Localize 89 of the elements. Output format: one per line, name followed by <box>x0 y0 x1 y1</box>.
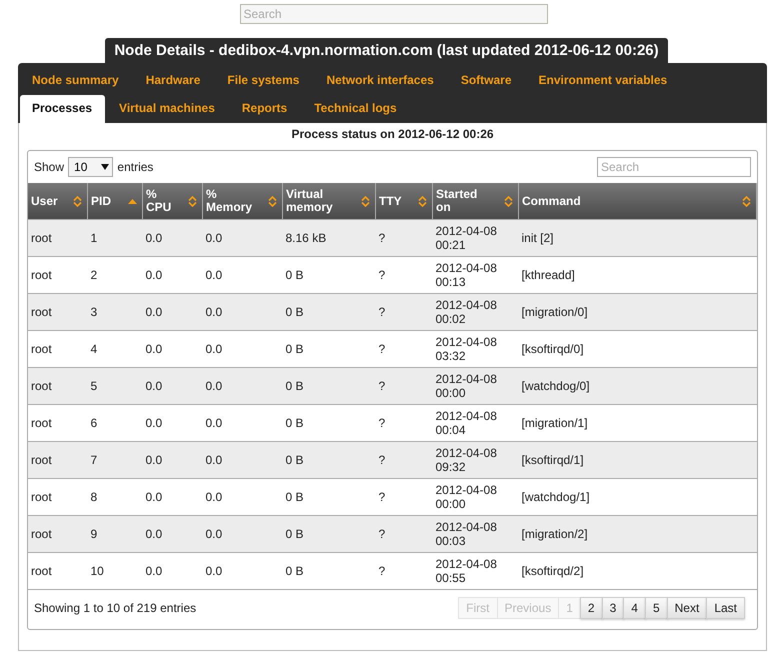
tab[interactable]: Node summary <box>20 67 132 95</box>
table-search-field[interactable]: Search <box>597 157 751 177</box>
pagination-button[interactable]: 4 <box>623 597 646 619</box>
table-cell: root <box>28 516 88 552</box>
table-cell: init [2] <box>518 220 756 256</box>
entries-dropdown[interactable]: 10 <box>68 157 114 177</box>
table-cell: 0.0 <box>142 552 202 590</box>
sort-icon <box>504 196 513 206</box>
sort-icon <box>742 196 751 206</box>
sort-icon <box>188 196 197 206</box>
sort-ascending-icon <box>128 198 137 204</box>
table-cell: [migration/0] <box>518 294 756 330</box>
tab[interactable]: Environment variables <box>526 67 680 95</box>
table-cell: 0.0 <box>142 220 202 256</box>
tab[interactable]: Reports <box>230 95 300 123</box>
column-header[interactable]: User <box>28 183 88 220</box>
table-cell: 3 <box>88 294 142 330</box>
column-header[interactable]: Virtual memory <box>282 183 376 220</box>
tab[interactable]: Processes <box>20 95 106 123</box>
table-cell: 0.0 <box>142 516 202 552</box>
table-cell: 0 B <box>282 294 376 330</box>
panel-title: Process status on 2012-06-12 00:26 <box>290 127 495 141</box>
window-title: Node Details - dedibox-4.vpn.normation.com (last updated 2012-06-12 00:26) <box>105 38 668 63</box>
table-cell: ? <box>376 552 432 590</box>
tab[interactable]: Hardware <box>134 67 214 95</box>
table-cell: 2012-04-08 00:55 <box>432 552 518 590</box>
column-header[interactable]: % Memory <box>202 183 282 220</box>
table-cell: 0.0 <box>142 294 202 330</box>
table-cell: 0.0 <box>202 516 282 552</box>
pagination-button[interactable]: Next <box>666 597 708 619</box>
table-cell: 0 B <box>282 442 376 478</box>
table-cell: 2012-04-08 09:32 <box>432 442 518 478</box>
column-header[interactable]: PID <box>88 183 142 220</box>
tab[interactable]: File systems <box>215 67 312 95</box>
table-cell: root <box>28 442 88 478</box>
table-cell: 0.0 <box>202 552 282 590</box>
table-cell: root <box>28 552 88 590</box>
column-header[interactable]: Started on <box>432 183 518 220</box>
table-cell: root <box>28 368 88 404</box>
table-cell: 5 <box>88 368 142 404</box>
table-cell: 0 B <box>282 516 376 552</box>
table-cell: root <box>28 294 88 330</box>
table-cell: 0.0 <box>202 294 282 330</box>
table-cell: 0 B <box>282 368 376 404</box>
table-cell: 0 B <box>282 552 376 590</box>
caret-icon <box>101 164 110 170</box>
table-cell: 2012-04-08 00:02 <box>432 294 518 330</box>
pagination-button[interactable]: Last <box>706 597 745 619</box>
table-cell: ? <box>376 442 432 478</box>
pagination-button[interactable]: 5 <box>644 597 668 619</box>
sort-icon <box>268 196 277 206</box>
table-cell: [ksoftirqd/2] <box>518 552 756 590</box>
tab[interactable]: Software <box>448 67 525 95</box>
table-cell: 1 <box>88 220 142 256</box>
sort-icon <box>361 196 370 206</box>
sort-icon <box>418 196 427 206</box>
table-cell: ? <box>376 368 432 404</box>
table-cell: 0.0 <box>202 368 282 404</box>
table-cell: ? <box>376 220 432 256</box>
tab[interactable]: Virtual machines <box>107 95 228 123</box>
entries-label: entries <box>117 160 154 174</box>
search-field[interactable]: Search <box>240 4 548 24</box>
pagination-button[interactable]: 2 <box>580 597 603 619</box>
table-cell: 2012-04-08 00:00 <box>432 368 518 404</box>
entries-info: Showing 1 to 10 of 219 entries <box>34 601 196 615</box>
sort-icon <box>73 196 82 206</box>
column-header[interactable]: Command <box>518 183 756 220</box>
table-cell: root <box>28 220 88 256</box>
table-cell: ? <box>376 516 432 552</box>
table-cell: 2012-04-08 00:21 <box>432 220 518 256</box>
table-cell: [watchdog/0] <box>518 368 756 404</box>
table-cell: 7 <box>88 442 142 478</box>
pagination-button[interactable]: 3 <box>602 597 624 619</box>
tab[interactable]: Technical logs <box>302 95 410 123</box>
show-label: Show <box>34 160 64 174</box>
tab[interactable]: Network interfaces <box>314 67 447 95</box>
table-cell: 8.16 kB <box>282 220 376 256</box>
column-header[interactable]: % CPU <box>142 183 202 220</box>
table-cell: [migration/2] <box>518 516 756 552</box>
table-cell: 0.0 <box>142 442 202 478</box>
table-cell: 10 <box>88 552 142 590</box>
table-cell: ? <box>376 294 432 330</box>
table-cell: 0.0 <box>142 368 202 404</box>
table-cell: 0.0 <box>202 220 282 256</box>
table-cell: [ksoftirqd/1] <box>518 442 756 478</box>
table-cell: 0.0 <box>202 442 282 478</box>
table-cell: 9 <box>88 516 142 552</box>
column-header[interactable]: TTY <box>376 183 432 220</box>
table-cell: 2012-04-08 00:03 <box>432 516 518 552</box>
